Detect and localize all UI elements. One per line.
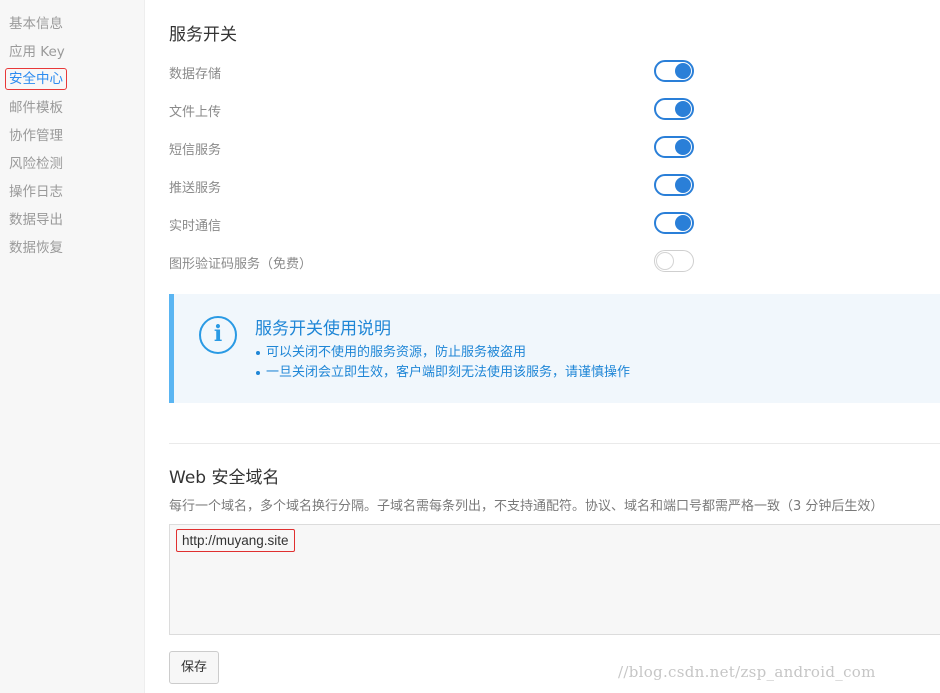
service-row-captcha: 图形验证码服务（免费） xyxy=(169,250,695,274)
sidebar: 基本信息 应用 Key 安全中心 邮件模板 协作管理 风险检测 操作日志 数据导… xyxy=(0,0,145,693)
realtime-messaging-toggle[interactable] xyxy=(654,212,694,234)
domain-entry: http://muyang.site xyxy=(176,529,295,552)
data-storage-toggle[interactable] xyxy=(654,60,694,82)
service-switch-notice: i 服务开关使用说明 可以关闭不使用的服务资源，防止服务被盗用 一旦关闭会立即生… xyxy=(169,294,940,403)
service-label: 短信服务 xyxy=(169,143,222,158)
sidebar-item-security-center[interactable]: 安全中心 xyxy=(5,68,67,90)
toggle-knob xyxy=(675,101,691,117)
sidebar-item-email-templates[interactable]: 邮件模板 xyxy=(9,99,63,117)
service-row-data-storage: 数据存储 xyxy=(169,60,695,84)
service-row-realtime: 实时通信 xyxy=(169,212,695,236)
web-domain-hint: 每行一个域名，多个域名换行分隔。子域名需每条列出，不支持通配符。协议、域名和端口… xyxy=(169,499,884,514)
main-content: 服务开关 数据存储 文件上传 短信服务 推送服务 实时通信 图形验证码服务（免费… xyxy=(145,0,940,693)
sidebar-item-risk-detection[interactable]: 风险检测 xyxy=(9,155,63,173)
sidebar-item-basic-info[interactable]: 基本信息 xyxy=(9,15,63,33)
service-row-sms: 短信服务 xyxy=(169,136,695,160)
push-service-toggle[interactable] xyxy=(654,174,694,196)
captcha-service-toggle[interactable] xyxy=(654,250,694,272)
toggle-knob xyxy=(675,139,691,155)
sidebar-item-app-key[interactable]: 应用 Key xyxy=(9,43,65,61)
save-button[interactable]: 保存 xyxy=(169,651,219,684)
sidebar-item-data-restore[interactable]: 数据恢复 xyxy=(9,239,63,257)
web-domain-textarea[interactable]: http://muyang.site xyxy=(169,524,940,635)
section-divider xyxy=(169,443,940,444)
service-label: 实时通信 xyxy=(169,219,222,234)
service-row-file-upload: 文件上传 xyxy=(169,98,695,122)
service-label: 数据存储 xyxy=(169,67,222,82)
service-row-push: 推送服务 xyxy=(169,174,695,198)
notice-title: 服务开关使用说明 xyxy=(255,319,391,339)
toggle-knob xyxy=(675,215,691,231)
sidebar-item-operation-logs[interactable]: 操作日志 xyxy=(9,183,63,201)
info-icon: i xyxy=(199,316,237,354)
notice-list: 可以关闭不使用的服务资源，防止服务被盗用 一旦关闭会立即生效，客户端即刻无法使用… xyxy=(255,343,630,383)
sms-service-toggle[interactable] xyxy=(654,136,694,158)
service-label: 文件上传 xyxy=(169,105,222,120)
file-upload-toggle[interactable] xyxy=(654,98,694,120)
toggle-knob xyxy=(675,177,691,193)
notice-item: 一旦关闭会立即生效，客户端即刻无法使用该服务，请谨慎操作 xyxy=(255,363,630,383)
web-domain-title: Web 安全域名 xyxy=(169,468,280,488)
watermark: //blog.csdn.net/zsp_android_com xyxy=(618,663,876,681)
toggle-knob xyxy=(656,252,674,270)
toggle-knob xyxy=(675,63,691,79)
sidebar-item-collaboration[interactable]: 协作管理 xyxy=(9,127,63,145)
notice-item: 可以关闭不使用的服务资源，防止服务被盗用 xyxy=(255,343,630,363)
service-label: 推送服务 xyxy=(169,181,222,196)
sidebar-item-data-export[interactable]: 数据导出 xyxy=(9,211,63,229)
service-label: 图形验证码服务（免费） xyxy=(169,257,313,272)
services-title: 服务开关 xyxy=(169,25,237,45)
